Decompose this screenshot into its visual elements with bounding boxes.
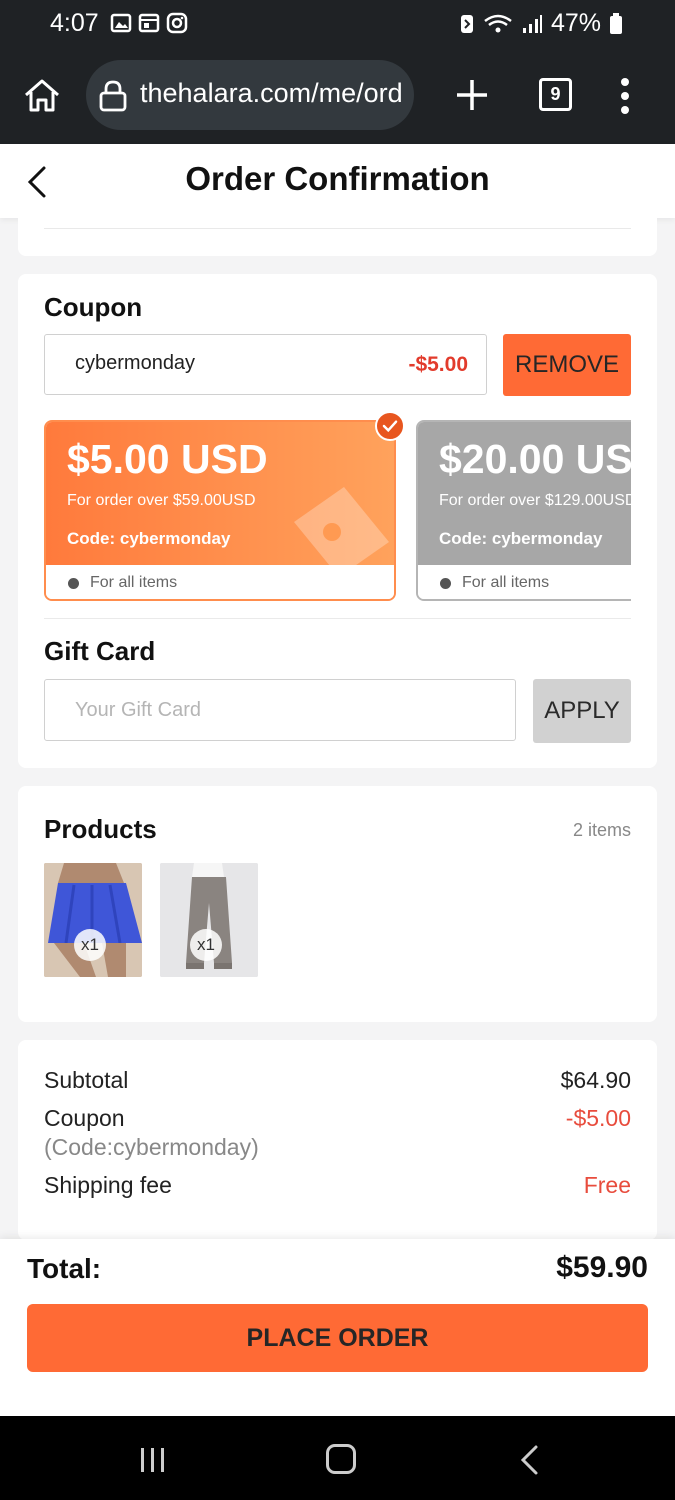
coupon-amount: $5.00 USD [67, 436, 268, 482]
status-bar: 4:07 47% [0, 0, 675, 48]
gallery-icon [110, 13, 132, 33]
wifi-icon [484, 14, 512, 32]
products-title: Products [44, 814, 157, 844]
coupon-scope: For all items [462, 574, 550, 591]
coupon-code-value: cybermonday [75, 352, 196, 374]
instagram-icon [166, 12, 188, 34]
coupon-section: Coupon cybermonday -$5.00 REMOVE $5.00 U… [18, 274, 657, 768]
more-menu-icon[interactable] [615, 78, 635, 114]
shipping-value: Free [583, 1172, 631, 1198]
back-nav-icon[interactable] [518, 1444, 542, 1476]
info-icon [68, 578, 79, 589]
ticket-decoration-icon [294, 487, 389, 572]
divider [44, 618, 631, 619]
products-section: Products 2 items x1 x1 [18, 786, 657, 1022]
battery-icon [610, 12, 622, 34]
total-label: Total: [27, 1253, 102, 1284]
apply-gift-card-button[interactable]: APPLY [533, 679, 631, 743]
status-time: 4:07 [50, 9, 99, 37]
calendar-icon [138, 13, 160, 33]
coupon-code: Code: cybermonday [67, 529, 231, 548]
home-nav-icon[interactable] [326, 1444, 356, 1474]
page-title: Order Confirmation [185, 160, 490, 197]
coupon-code: Code: cybermonday [439, 529, 603, 548]
shipping-label: Shipping fee [44, 1172, 172, 1198]
remove-coupon-button[interactable]: REMOVE [503, 334, 631, 396]
divider [44, 228, 631, 229]
previous-section-card [18, 218, 657, 256]
coupon-code-field[interactable]: cybermonday -$5.00 [44, 334, 487, 395]
order-summary: Subtotal $64.90 Coupon -$5.00 (Code:cybe… [18, 1040, 657, 1240]
coupon-scope: For all items [90, 574, 178, 591]
coupon-title: Coupon [44, 292, 143, 322]
subtotal-value: $64.90 [560, 1067, 631, 1093]
product-thumbnail[interactable]: x1 [160, 863, 258, 977]
gift-card-title: Gift Card [44, 636, 156, 666]
system-nav-bar [0, 1416, 675, 1500]
coupon-condition: For order over $59.00USD [67, 492, 256, 509]
quantity-badge: x1 [74, 929, 106, 961]
coupon-amount: $20.00 USD [439, 436, 631, 482]
coupon-card[interactable]: $5.00 USD For order over $59.00USD Code:… [44, 420, 396, 601]
coupon-card[interactable]: $20.00 USD For order over $129.00USD Cod… [416, 420, 631, 601]
info-icon [440, 578, 451, 589]
items-count: 2 items [572, 820, 631, 840]
quantity-badge: x1 [190, 929, 222, 961]
recent-apps-icon[interactable] [138, 1446, 168, 1474]
subtotal-label: Subtotal [44, 1067, 129, 1093]
total-value: $59.90 [556, 1251, 648, 1284]
coupon-summary-label: Coupon [44, 1105, 125, 1131]
battery-percent: 47% [550, 9, 601, 37]
coupon-list: $5.00 USD For order over $59.00USD Code:… [44, 420, 631, 601]
gift-card-input[interactable] [44, 679, 516, 741]
coupon-summary-code: (Code:cybermonday) [44, 1134, 259, 1160]
place-order-button[interactable]: PLACE ORDER [27, 1304, 648, 1372]
page-header: Order Confirmation [0, 144, 675, 218]
address-bar[interactable]: thehalara.com/me/order [86, 60, 414, 130]
selected-check-icon [375, 411, 405, 441]
home-icon[interactable] [22, 76, 62, 116]
coupon-summary-value: -$5.00 [565, 1105, 631, 1131]
signal-icon [522, 14, 542, 33]
checkout-bar: Total: $59.90 PLACE ORDER [0, 1239, 675, 1416]
coupon-discount-value: -$5.00 [408, 353, 468, 376]
coupon-condition: For order over $129.00USD [439, 492, 631, 509]
lock-icon [99, 80, 127, 112]
url-text: thehalara.com/me/order [140, 78, 402, 108]
tab-switcher-button[interactable]: 9 [539, 78, 572, 111]
browser-toolbar: thehalara.com/me/order 9 [0, 48, 675, 144]
product-thumbnail[interactable]: x1 [44, 863, 142, 977]
new-tab-icon[interactable] [455, 78, 489, 112]
nfc-icon [460, 14, 473, 33]
